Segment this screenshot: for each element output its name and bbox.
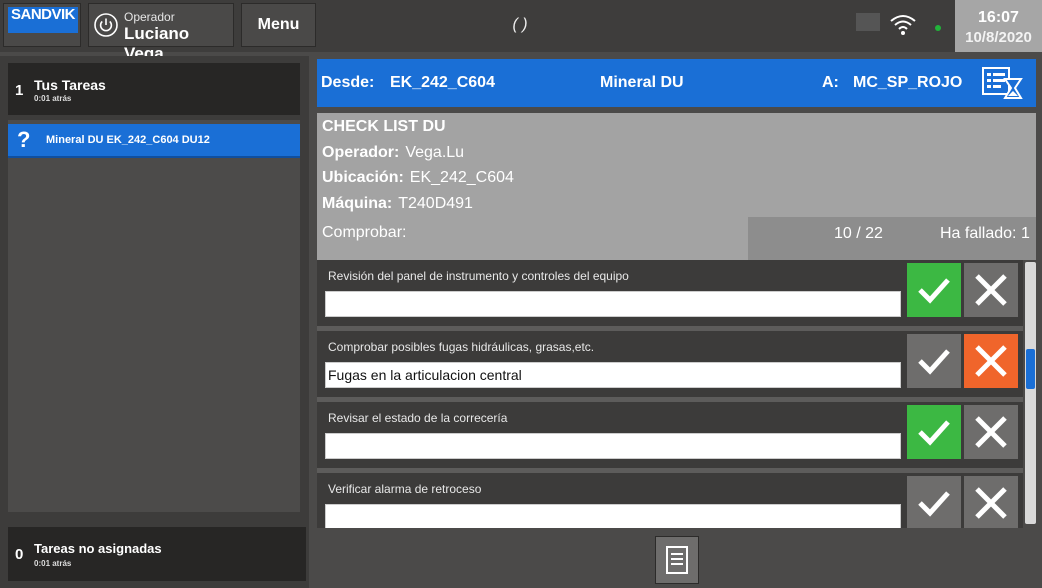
operator-caption: Operador bbox=[124, 10, 175, 24]
unassigned-title: Tareas no asignadas bbox=[34, 541, 162, 556]
scroll-thumb[interactable] bbox=[1026, 349, 1035, 389]
sandvik-logo-button[interactable]: SANDVIK bbox=[3, 3, 81, 47]
menu-button[interactable]: Menu bbox=[241, 3, 316, 47]
fail-button[interactable] bbox=[964, 476, 1018, 528]
location-row: Ubicación: EK_242_C604 bbox=[322, 169, 514, 187]
to-label: A: bbox=[822, 74, 839, 91]
question-icon: ? bbox=[17, 127, 31, 152]
document-button[interactable] bbox=[655, 536, 699, 584]
list-hourglass-icon[interactable] bbox=[981, 65, 1023, 101]
to-value: MC_SP_ROJO bbox=[853, 74, 963, 91]
operator-label: Operador: bbox=[322, 144, 400, 161]
center-status: ( ) bbox=[512, 16, 528, 33]
checklist-title: CHECK LIST DU bbox=[322, 118, 446, 135]
check-icon bbox=[918, 420, 950, 446]
checklist-item: Comprobar posibles fugas hidráulicas, gr… bbox=[317, 331, 1023, 397]
progress-count: 10 / 22 bbox=[834, 225, 883, 242]
from-value: EK_242_C604 bbox=[390, 74, 495, 91]
top-bar: SANDVIK Operador Luciano Vega Menu ( ) 1… bbox=[0, 0, 1042, 63]
checklist-info: CHECK LIST DU Operador: Vega.Lu Ubicación… bbox=[317, 113, 1036, 260]
check-question: Revisar el estado de la correcería bbox=[328, 411, 508, 425]
checklist-scrollbar[interactable] bbox=[1025, 262, 1036, 524]
x-icon bbox=[975, 487, 1007, 519]
check-question: Comprobar posibles fugas hidráulicas, gr… bbox=[328, 340, 595, 354]
your-tasks-header[interactable]: 1 Tus Tareas 0:01 atrás bbox=[8, 63, 300, 115]
check-label: Comprobar: bbox=[322, 224, 407, 241]
location-value: EK_242_C604 bbox=[409, 169, 514, 186]
ok-button[interactable] bbox=[907, 405, 961, 459]
tasks-list: ? Mineral DU EK_242_C604 DU12 bbox=[8, 120, 300, 512]
checklist-item: Revisar el estado de la correcería bbox=[317, 402, 1023, 468]
machine-value: T240D491 bbox=[398, 195, 473, 212]
fail-button[interactable] bbox=[964, 263, 1018, 317]
route-bar: Desde: EK_242_C604 Mineral DU A: MC_SP_R… bbox=[317, 59, 1036, 107]
left-panel: 1 Tus Tareas 0:01 atrás ? Mineral DU EK_… bbox=[0, 56, 309, 588]
unassigned-updated: 0:01 atrás bbox=[34, 559, 72, 568]
machine-label: Máquina: bbox=[322, 195, 393, 212]
task-item[interactable]: ? Mineral DU EK_242_C604 DU12 bbox=[8, 124, 300, 158]
document-icon bbox=[666, 546, 688, 574]
ok-button[interactable] bbox=[907, 263, 961, 317]
material-label: Mineral DU bbox=[600, 74, 684, 91]
unassigned-tasks[interactable]: 0 Tareas no asignadas 0:01 atrás bbox=[8, 527, 306, 581]
checklist-item: Verificar alarma de retroceso bbox=[317, 473, 1023, 528]
check-icon bbox=[918, 349, 950, 375]
status-dot bbox=[935, 25, 941, 31]
checklist-item: Revisión del panel de instrumento y cont… bbox=[317, 260, 1023, 326]
clock-time: 16:07 bbox=[978, 9, 1019, 26]
ok-button[interactable] bbox=[907, 334, 961, 388]
tasks-count: 1 bbox=[15, 82, 24, 99]
tasks-updated: 0:01 atrás bbox=[34, 94, 72, 103]
check-question: Verificar alarma de retroceso bbox=[328, 482, 482, 496]
machine-row: Máquina: T240D491 bbox=[322, 195, 473, 213]
power-icon bbox=[94, 13, 118, 37]
ok-button[interactable] bbox=[907, 476, 961, 528]
progress-box: 10 / 22 Ha fallado: 1 bbox=[748, 217, 1036, 260]
x-icon bbox=[975, 274, 1007, 306]
comment-input[interactable] bbox=[325, 291, 901, 317]
x-icon bbox=[975, 416, 1007, 448]
comment-input[interactable] bbox=[325, 433, 901, 459]
operator-value: Vega.Lu bbox=[405, 144, 465, 161]
check-question: Revisión del panel de instrumento y cont… bbox=[328, 269, 629, 283]
checklist[interactable]: Revisión del panel de instrumento y cont… bbox=[317, 260, 1023, 528]
clock: 16:07 10/8/2020 bbox=[955, 0, 1042, 52]
x-icon bbox=[975, 345, 1007, 377]
signal-indicator bbox=[856, 13, 880, 31]
comment-input[interactable]: Fugas en la articulacion central bbox=[325, 362, 901, 388]
operator-row: Operador: Vega.Lu bbox=[322, 144, 464, 162]
wifi-icon bbox=[890, 15, 916, 35]
clock-date: 10/8/2020 bbox=[965, 29, 1032, 46]
unassigned-count: 0 bbox=[15, 546, 24, 563]
fail-button[interactable] bbox=[964, 405, 1018, 459]
failed-count: Ha fallado: 1 bbox=[940, 225, 1030, 242]
comment-input[interactable] bbox=[325, 504, 901, 528]
location-label: Ubicación: bbox=[322, 169, 404, 186]
operator-button[interactable]: Operador Luciano Vega bbox=[88, 3, 234, 63]
task-label: Mineral DU EK_242_C604 DU12 bbox=[46, 134, 210, 146]
from-label: Desde: bbox=[321, 74, 375, 91]
fail-button[interactable] bbox=[964, 334, 1018, 388]
tasks-title: Tus Tareas bbox=[34, 77, 106, 93]
check-icon bbox=[918, 491, 950, 517]
check-icon bbox=[918, 278, 950, 304]
sandvik-logo: SANDVIK bbox=[8, 7, 78, 33]
